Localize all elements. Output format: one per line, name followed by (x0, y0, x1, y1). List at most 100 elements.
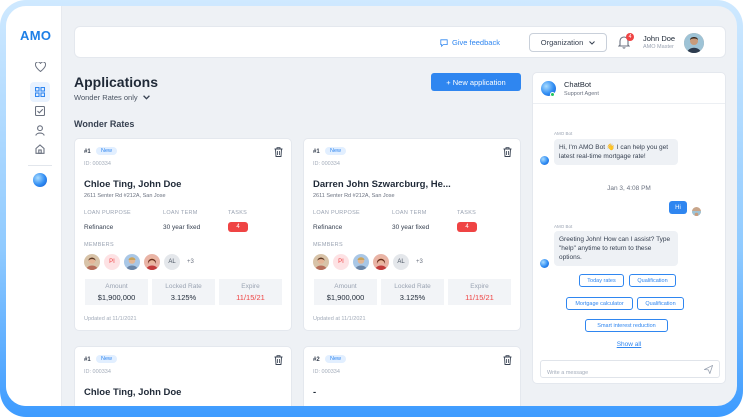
user-avatar-small (692, 207, 701, 216)
member-avatar[interactable] (124, 254, 140, 270)
heart-icon[interactable] (33, 60, 47, 74)
quick-reply-qualification[interactable]: Qualification (637, 297, 684, 310)
chatbot-orb-icon[interactable] (33, 173, 47, 187)
card-id: ID: 000334 (313, 369, 340, 375)
loan-term-label: LOAN TERM (392, 210, 427, 216)
bot-message: Greeting John! How can I assist? Type "h… (554, 231, 678, 267)
section-title: Wonder Rates (74, 119, 135, 129)
member-avatar[interactable] (353, 254, 369, 270)
status-badge: New (325, 355, 347, 363)
locked-rate-stat: Locked Rate 3.125% (381, 279, 444, 305)
application-card[interactable]: #1 New ID: 000334 Darren John Szwarcburg… (303, 138, 521, 331)
loan-term-value: 30 year fixed (392, 224, 430, 231)
application-card[interactable]: #1 New ID: 000334 Chloe Ting, John Doe (74, 346, 292, 406)
property-address: 2611 Senter Rd #212A, San Jose (313, 193, 395, 199)
trash-icon[interactable] (503, 147, 512, 157)
trash-icon[interactable] (274, 355, 283, 365)
members-label: MEMBERS (313, 242, 343, 248)
user-name: John Doe (643, 34, 676, 43)
expire-stat: Expire 11/15/21 (448, 279, 511, 305)
updated-timestamp: Updated at 11/1/2021 (84, 316, 137, 322)
bot-label: AMO Bot (554, 224, 573, 229)
quick-reply-today-rates[interactable]: Today rates (579, 274, 624, 287)
updated-timestamp: Updated at 11/1/2021 (313, 316, 366, 322)
message-timestamp: Jan 3, 4:08 PM (607, 185, 651, 192)
loan-purpose-label: LOAN PURPOSE (84, 210, 132, 216)
member-avatar-initials[interactable]: PI (104, 254, 120, 270)
feedback-label: Give feedback (452, 38, 500, 47)
expire-stat: Expire 11/15/21 (219, 279, 282, 305)
member-avatar[interactable] (373, 254, 389, 270)
amount-value: $1,900,000 (326, 293, 365, 302)
locked-rate-label: Locked Rate (165, 283, 202, 290)
member-avatar-initials[interactable]: AL (164, 254, 180, 270)
member-avatar[interactable] (144, 254, 160, 270)
user-message: Hi (669, 201, 687, 214)
status-badge: New (96, 147, 118, 155)
checklist-icon[interactable] (33, 104, 47, 118)
expire-label: Expire (241, 283, 260, 290)
borrower-names[interactable]: Chloe Ting, John Doe (84, 387, 181, 398)
status-badge: New (96, 355, 118, 363)
give-feedback-link[interactable]: Give feedback (440, 38, 500, 47)
card-id: ID: 000334 (84, 369, 111, 375)
notification-count-badge: 4 (626, 33, 634, 41)
trash-icon[interactable] (503, 355, 512, 365)
new-application-button[interactable]: + New application (431, 73, 521, 91)
amount-value: $1,900,000 (97, 293, 136, 302)
wonder-rates-filter[interactable]: Wonder Rates only (74, 93, 150, 102)
card-number: #1 (84, 357, 91, 363)
loan-term-value: 30 year fixed (163, 224, 201, 231)
message-input[interactable] (547, 365, 697, 381)
locked-rate-label: Locked Rate (394, 283, 431, 290)
property-address: 2611 Senter Rd #212A, San Jose (84, 193, 166, 199)
amount-stat: Amount $1,900,000 (314, 279, 377, 305)
chatbot-panel: ChatBot Support Agent AMO Bot Hi, I'm AM… (532, 72, 726, 384)
bot-message: Hi, I'm AMO Bot 👋 I can help you get lat… (554, 139, 678, 166)
quick-reply-mortgage-calculator[interactable]: Mortgage calculator (566, 297, 633, 310)
chevron-down-icon (142, 95, 150, 100)
loan-purpose-label: LOAN PURPOSE (313, 210, 361, 216)
more-members-count[interactable]: +3 (416, 259, 423, 265)
expire-value: 11/15/21 (465, 293, 494, 302)
member-avatar-initials[interactable]: PI (333, 254, 349, 270)
application-card[interactable]: #2 New ID: 000334 - (303, 346, 521, 406)
quick-reply-smart-interest-reduction[interactable]: Smart interest reduction (585, 319, 668, 332)
member-avatar[interactable] (313, 254, 329, 270)
bot-label: AMO Bot (554, 131, 573, 136)
application-card[interactable]: #1 New ID: 000334 Chloe Ting, John Doe 2… (74, 138, 292, 331)
home-icon[interactable] (33, 142, 47, 156)
chat-header: ChatBot Support Agent (533, 73, 725, 104)
borrower-names[interactable]: - (313, 387, 316, 398)
locked-rate-value: 3.125% (399, 293, 426, 302)
card-number: #2 (313, 357, 320, 363)
user-icon[interactable] (33, 123, 47, 137)
show-all-link[interactable]: Show all (533, 341, 725, 348)
tasks-count-badge[interactable]: 4 (457, 222, 477, 232)
loan-purpose-value: Refinance (313, 224, 343, 231)
tasks-count-badge[interactable]: 4 (228, 222, 248, 232)
send-icon[interactable] (704, 365, 713, 374)
more-members-count[interactable]: +3 (187, 259, 194, 265)
borrower-names[interactable]: Darren John Szwarcburg, He... (313, 179, 451, 190)
app-logo[interactable]: AMO (20, 28, 51, 43)
tasks-label: TASKS (457, 210, 477, 216)
quick-reply-qualification[interactable]: Qualification (629, 274, 676, 287)
online-status-dot (550, 92, 555, 97)
loan-term-label: LOAN TERM (163, 210, 198, 216)
card-id: ID: 000334 (313, 161, 340, 167)
borrower-names[interactable]: Chloe Ting, John Doe (84, 179, 181, 190)
user-avatar[interactable] (684, 33, 704, 53)
grid-icon[interactable] (30, 82, 50, 102)
trash-icon[interactable] (274, 147, 283, 157)
members-label: MEMBERS (84, 242, 114, 248)
organization-dropdown[interactable]: Organization (529, 33, 607, 52)
chat-title: ChatBot (564, 80, 592, 89)
member-avatar[interactable] (84, 254, 100, 270)
amount-label: Amount (105, 283, 128, 290)
sidebar-divider (28, 165, 52, 166)
bot-avatar-small (540, 259, 549, 268)
member-avatar-initials[interactable]: AL (393, 254, 409, 270)
bot-avatar-small (540, 156, 549, 165)
locked-rate-stat: Locked Rate 3.125% (152, 279, 215, 305)
